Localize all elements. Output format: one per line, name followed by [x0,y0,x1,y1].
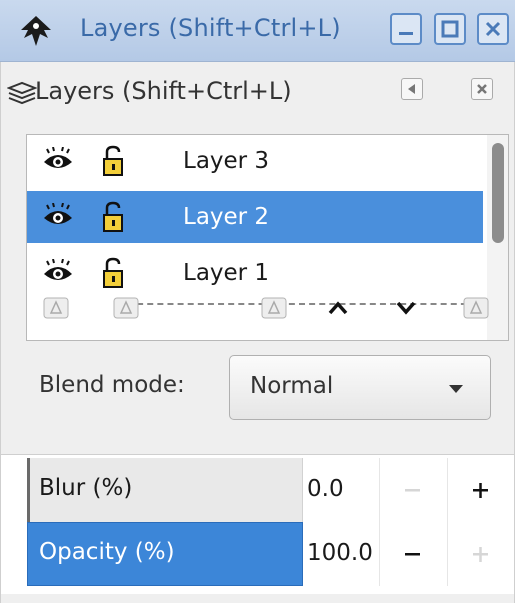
add-layer-button[interactable] [41,294,71,322]
maximize-button[interactable] [434,13,466,45]
lower-layer-button[interactable] [391,294,421,322]
layers-dock: Layers (Shift+Ctrl+L) Layer 3 Layer 2 La… [0,62,515,603]
plus-icon [473,547,488,562]
blend-mode-value: Normal [250,373,334,399]
dock-close-button[interactable] [471,78,493,100]
drop-indicator [127,303,477,305]
blend-mode-label: Blend mode: [39,372,185,398]
blur-value[interactable]: 0.0 [307,476,344,502]
layer-name[interactable]: Layer 3 [183,148,269,174]
opacity-label: Opacity (%) [39,539,175,565]
unlock-icon[interactable] [101,257,125,289]
scrollbar-thumb[interactable] [492,143,504,243]
minus-icon [405,553,420,556]
layer-row-2-selected[interactable]: Layer 2 [27,191,483,243]
blur-decrease-button[interactable] [379,458,443,522]
minus-icon [405,489,420,492]
blur-increase-button[interactable] [447,458,511,522]
maximize-icon [441,20,459,38]
dropdown-arrow-icon [449,385,463,393]
dock-title: Layers (Shift+Ctrl+L) [35,77,292,105]
close-icon [477,84,487,94]
layer-name[interactable]: Layer 2 [183,204,269,230]
chevron-up-icon [328,301,348,315]
eye-visible-icon[interactable] [41,259,75,287]
window-titlebar[interactable]: Layers (Shift+Ctrl+L) [0,0,515,62]
eye-visible-icon[interactable] [41,147,75,175]
chevron-down-icon [396,301,416,315]
eye-visible-icon[interactable] [41,203,75,231]
layer-properties-icon [463,297,489,319]
layer-properties-button[interactable] [461,294,491,322]
minimize-icon [399,32,413,35]
window-title: Layers (Shift+Ctrl+L) [80,14,341,42]
close-icon [485,21,501,37]
opacity-decrease-button[interactable] [379,522,443,586]
add-layer-icon [43,297,69,319]
blend-mode-select[interactable]: Normal [229,355,491,420]
layer-name[interactable]: Layer 1 [183,260,269,286]
opacity-value[interactable]: 100.0 [307,540,373,566]
blur-label: Blur (%) [39,475,133,501]
layer-row-1[interactable]: Layer 1 [27,247,483,305]
blur-slider-row: Blur (%) 0.0 [1,458,514,522]
delete-layer-button[interactable] [259,294,289,322]
opacity-increase-button[interactable] [447,522,511,586]
blur-slider[interactable]: Blur (%) [27,458,303,522]
duplicate-layer-button[interactable] [111,294,141,322]
inkscape-logo-icon [21,16,51,46]
opacity-slider[interactable]: Opacity (%) [27,522,303,586]
duplicate-layer-icon [113,297,139,319]
unlock-icon[interactable] [101,145,125,177]
opacity-slider-row: Opacity (%) 100.0 [1,522,514,586]
dock-iconify-button[interactable] [401,78,423,100]
layers-stack-icon [7,81,37,105]
delete-layer-icon [261,297,287,319]
dock-header: Layers (Shift+Ctrl+L) [1,62,515,122]
layer-row-3[interactable]: Layer 3 [27,135,483,187]
plus-icon [473,483,488,498]
triangle-left-icon [408,84,415,94]
raise-layer-button[interactable] [323,294,353,322]
minimize-button[interactable] [390,13,422,45]
unlock-icon[interactable] [101,201,125,233]
slider-panel: Blur (%) 0.0 Opacity (%) 100.0 [1,454,514,594]
close-button[interactable] [477,13,509,45]
blur-slider-fill [27,458,30,522]
